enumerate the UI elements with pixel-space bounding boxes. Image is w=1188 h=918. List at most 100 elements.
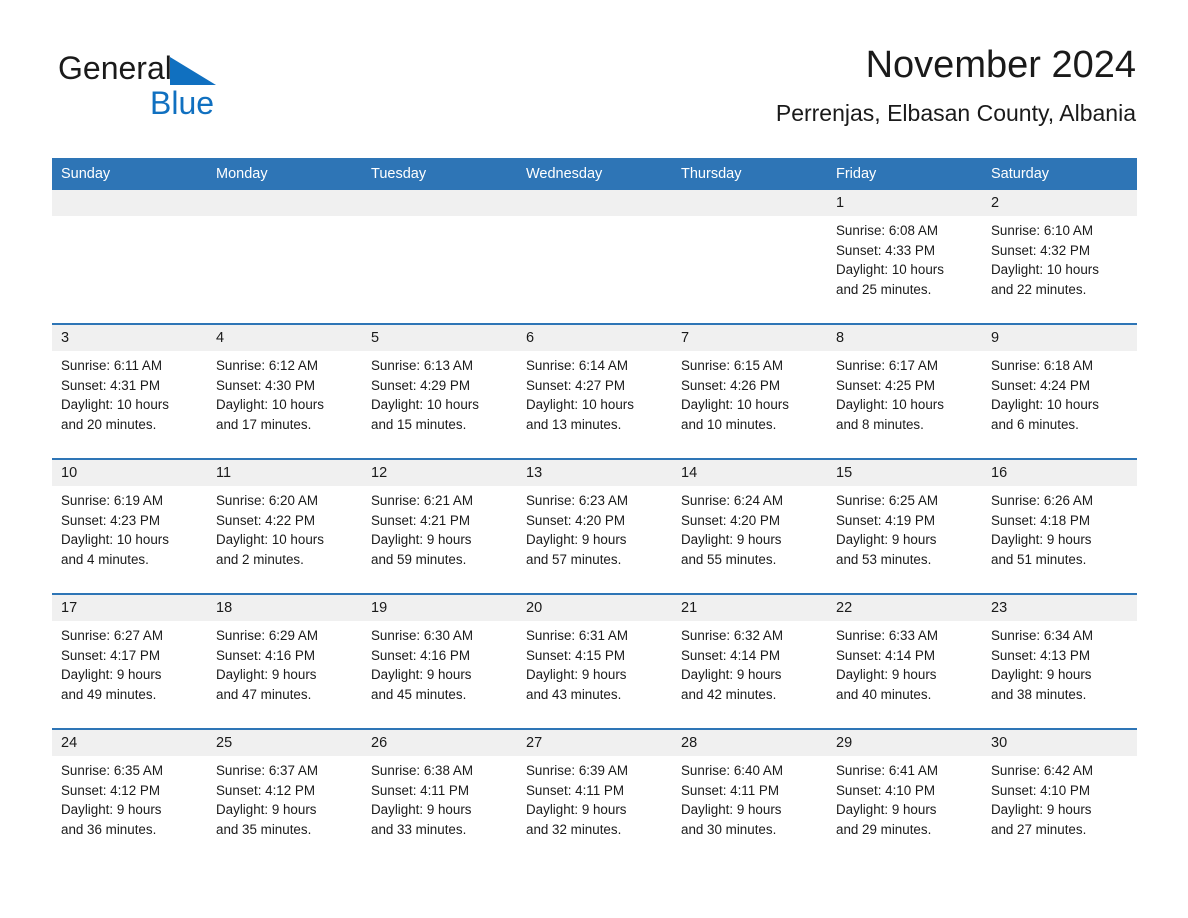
day-info: Sunrise: 6:39 AM Sunset: 4:11 PM Daylight:… [517, 756, 672, 839]
daylight-text-line1: Daylight: 9 hours [836, 802, 937, 818]
calendar-day-cell[interactable]: 27 Sunrise: 6:39 AM Sunset: 4:11 PM Dayligh… [517, 728, 672, 863]
day-info: Sunrise: 6:13 AM Sunset: 4:29 PM Daylight:… [362, 351, 517, 434]
calendar-day-cell[interactable] [672, 190, 827, 324]
sunrise-text: Sunrise: 6:10 AM [991, 223, 1093, 238]
daylight-text-line1: Daylight: 9 hours [681, 667, 782, 683]
day-info: Sunrise: 6:26 AM Sunset: 4:18 PM Daylight:… [982, 486, 1137, 569]
calendar-day-cell[interactable]: 14 Sunrise: 6:24 AM Sunset: 4:20 PM Dayligh… [672, 458, 827, 594]
sunrise-text: Sunrise: 6:30 AM [371, 628, 473, 643]
calendar-day-cell[interactable]: 18 Sunrise: 6:29 AM Sunset: 4:16 PM Dayligh… [207, 593, 362, 729]
sunset-text: Sunset: 4:14 PM [681, 647, 780, 663]
daylight-text-line2: and 59 minutes. [371, 551, 467, 567]
daylight-text-line1: Daylight: 10 hours [61, 397, 169, 413]
day-info: Sunrise: 6:15 AM Sunset: 4:26 PM Daylight:… [672, 351, 827, 434]
day-number [52, 190, 207, 216]
daylight-text-line2: and 47 minutes. [216, 686, 312, 702]
calendar-day-cell[interactable]: 25 Sunrise: 6:37 AM Sunset: 4:12 PM Dayligh… [207, 728, 362, 863]
daylight-text-line1: Daylight: 9 hours [681, 802, 782, 818]
daylight-text-line2: and 33 minutes. [371, 821, 467, 837]
day-number: 6 [517, 325, 672, 351]
calendar-day-cell[interactable]: 10 Sunrise: 6:19 AM Sunset: 4:23 PM Dayligh… [52, 458, 207, 594]
sunrise-text: Sunrise: 6:32 AM [681, 628, 783, 643]
daylight-text-line1: Daylight: 10 hours [216, 532, 324, 548]
day-info: Sunrise: 6:30 AM Sunset: 4:16 PM Daylight:… [362, 621, 517, 704]
calendar-day-cell[interactable] [52, 190, 207, 324]
calendar-day-cell[interactable]: 6 Sunrise: 6:14 AM Sunset: 4:27 PM Daylight… [517, 323, 672, 459]
daylight-text-line2: and 51 minutes. [991, 551, 1087, 567]
daylight-text-line2: and 22 minutes. [991, 281, 1087, 297]
daylight-text-line2: and 10 minutes. [681, 416, 777, 432]
day-info: Sunrise: 6:11 AM Sunset: 4:31 PM Daylight:… [52, 351, 207, 434]
sunset-text: Sunset: 4:15 PM [526, 647, 625, 663]
calendar-day-cell[interactable]: 5 Sunrise: 6:13 AM Sunset: 4:29 PM Daylight… [362, 323, 517, 459]
day-info: Sunrise: 6:24 AM Sunset: 4:20 PM Daylight:… [672, 486, 827, 569]
calendar-day-cell[interactable]: 8 Sunrise: 6:17 AM Sunset: 4:25 PM Daylight… [827, 323, 982, 459]
calendar-day-cell[interactable] [362, 190, 517, 324]
daylight-text-line2: and 30 minutes. [681, 821, 777, 837]
calendar-day-cell[interactable]: 11 Sunrise: 6:20 AM Sunset: 4:22 PM Dayligh… [207, 458, 362, 594]
day-info: Sunrise: 6:38 AM Sunset: 4:11 PM Daylight:… [362, 756, 517, 839]
calendar-day-cell[interactable]: 28 Sunrise: 6:40 AM Sunset: 4:11 PM Dayligh… [672, 728, 827, 863]
day-number: 23 [982, 595, 1137, 621]
calendar-day-cell[interactable]: 4 Sunrise: 6:12 AM Sunset: 4:30 PM Daylight… [207, 323, 362, 459]
calendar-day-cell[interactable]: 7 Sunrise: 6:15 AM Sunset: 4:26 PM Daylight… [672, 323, 827, 459]
daylight-text-line2: and 40 minutes. [836, 686, 932, 702]
weekday-header-monday: Monday [207, 158, 362, 190]
sunrise-text: Sunrise: 6:13 AM [371, 358, 473, 373]
calendar-day-cell[interactable]: 26 Sunrise: 6:38 AM Sunset: 4:11 PM Dayligh… [362, 728, 517, 863]
calendar-day-cell[interactable]: 21 Sunrise: 6:32 AM Sunset: 4:14 PM Dayligh… [672, 593, 827, 729]
daylight-text-line1: Daylight: 10 hours [681, 397, 789, 413]
daylight-text-line1: Daylight: 9 hours [526, 532, 627, 548]
calendar-day-cell[interactable]: 2 Sunrise: 6:10 AM Sunset: 4:32 PM Daylight… [982, 190, 1137, 324]
brand-name-blue: Blue [150, 85, 215, 121]
sunrise-text: Sunrise: 6:40 AM [681, 763, 783, 778]
calendar-day-cell[interactable]: 30 Sunrise: 6:42 AM Sunset: 4:10 PM Dayligh… [982, 728, 1137, 863]
day-number [362, 190, 517, 216]
daylight-text-line2: and 20 minutes. [61, 416, 157, 432]
calendar-day-cell[interactable]: 20 Sunrise: 6:31 AM Sunset: 4:15 PM Dayligh… [517, 593, 672, 729]
sunrise-text: Sunrise: 6:19 AM [61, 493, 163, 508]
day-info [672, 216, 827, 221]
sunset-text: Sunset: 4:18 PM [991, 512, 1090, 528]
calendar-day-cell[interactable]: 13 Sunrise: 6:23 AM Sunset: 4:20 PM Dayligh… [517, 458, 672, 594]
day-info: Sunrise: 6:32 AM Sunset: 4:14 PM Daylight:… [672, 621, 827, 704]
calendar-day-cell[interactable]: 24 Sunrise: 6:35 AM Sunset: 4:12 PM Dayligh… [52, 728, 207, 863]
calendar-day-cell[interactable]: 16 Sunrise: 6:26 AM Sunset: 4:18 PM Dayligh… [982, 458, 1137, 594]
calendar-week-row: 1 Sunrise: 6:08 AM Sunset: 4:33 PM Daylight… [52, 190, 1137, 324]
sunset-text: Sunset: 4:13 PM [991, 647, 1090, 663]
calendar-day-cell[interactable] [207, 190, 362, 324]
sunset-text: Sunset: 4:29 PM [371, 377, 470, 393]
calendar-day-cell[interactable] [517, 190, 672, 324]
calendar-week-row: 10 Sunrise: 6:19 AM Sunset: 4:23 PM Dayligh… [52, 458, 1137, 594]
calendar-day-cell[interactable]: 17 Sunrise: 6:27 AM Sunset: 4:17 PM Dayligh… [52, 593, 207, 729]
calendar-day-cell[interactable]: 15 Sunrise: 6:25 AM Sunset: 4:19 PM Dayligh… [827, 458, 982, 594]
calendar-day-cell[interactable]: 12 Sunrise: 6:21 AM Sunset: 4:21 PM Dayligh… [362, 458, 517, 594]
day-number: 8 [827, 325, 982, 351]
sunrise-text: Sunrise: 6:08 AM [836, 223, 938, 238]
calendar-day-cell[interactable]: 3 Sunrise: 6:11 AM Sunset: 4:31 PM Daylight… [52, 323, 207, 459]
calendar-day-cell[interactable]: 19 Sunrise: 6:30 AM Sunset: 4:16 PM Dayligh… [362, 593, 517, 729]
sunrise-text: Sunrise: 6:37 AM [216, 763, 318, 778]
sunrise-text: Sunrise: 6:33 AM [836, 628, 938, 643]
day-info: Sunrise: 6:10 AM Sunset: 4:32 PM Daylight:… [982, 216, 1137, 299]
daylight-text-line2: and 27 minutes. [991, 821, 1087, 837]
daylight-text-line1: Daylight: 9 hours [216, 802, 317, 818]
calendar-day-cell[interactable]: 29 Sunrise: 6:41 AM Sunset: 4:10 PM Dayligh… [827, 728, 982, 863]
day-number: 20 [517, 595, 672, 621]
sunrise-text: Sunrise: 6:23 AM [526, 493, 628, 508]
calendar-day-cell[interactable]: 9 Sunrise: 6:18 AM Sunset: 4:24 PM Daylight… [982, 323, 1137, 459]
calendar-body: 1 Sunrise: 6:08 AM Sunset: 4:33 PM Daylight… [52, 190, 1137, 863]
calendar-day-cell[interactable]: 23 Sunrise: 6:34 AM Sunset: 4:13 PM Dayligh… [982, 593, 1137, 729]
sunrise-text: Sunrise: 6:21 AM [371, 493, 473, 508]
day-info: Sunrise: 6:23 AM Sunset: 4:20 PM Daylight:… [517, 486, 672, 569]
daylight-text-line2: and 49 minutes. [61, 686, 157, 702]
day-number: 29 [827, 730, 982, 756]
day-number: 12 [362, 460, 517, 486]
calendar-day-cell[interactable]: 1 Sunrise: 6:08 AM Sunset: 4:33 PM Daylight… [827, 190, 982, 324]
weekday-header-sunday: Sunday [52, 158, 207, 190]
day-number: 10 [52, 460, 207, 486]
day-number: 19 [362, 595, 517, 621]
day-number: 27 [517, 730, 672, 756]
calendar-day-cell[interactable]: 22 Sunrise: 6:33 AM Sunset: 4:14 PM Dayligh… [827, 593, 982, 729]
sunrise-text: Sunrise: 6:42 AM [991, 763, 1093, 778]
